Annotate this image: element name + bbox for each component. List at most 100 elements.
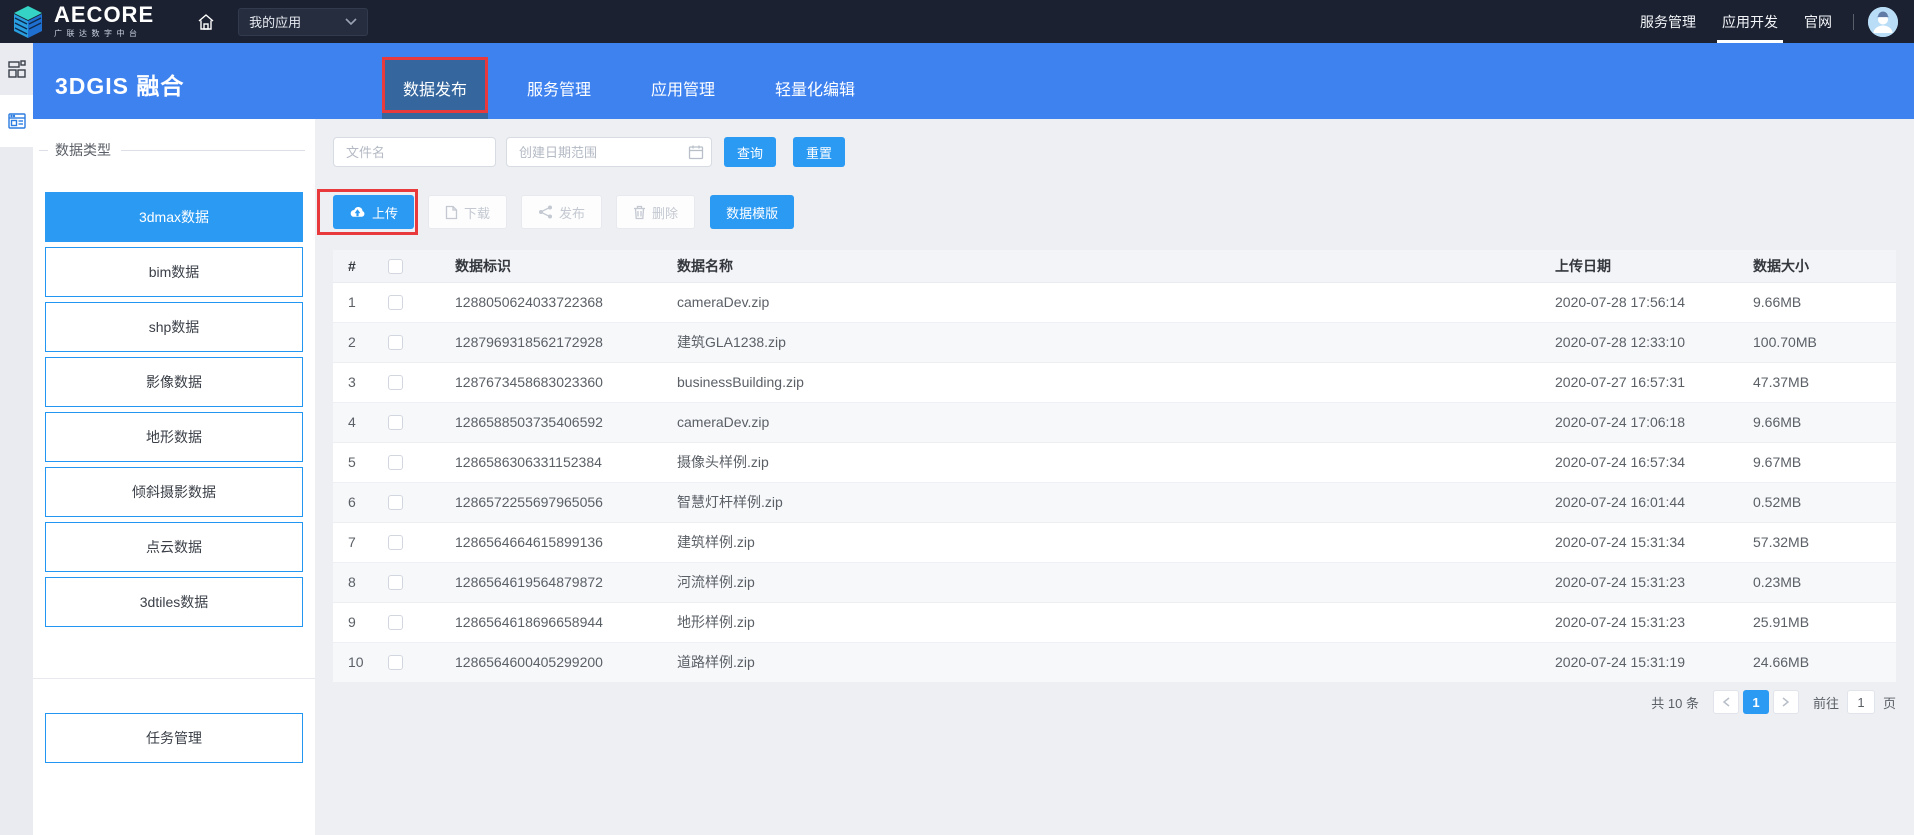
- row-upload-date: 2020-07-27 16:57:31: [1540, 362, 1738, 402]
- row-upload-date: 2020-07-24 17:06:18: [1540, 402, 1738, 442]
- tab-应用管理[interactable]: 应用管理: [630, 57, 736, 119]
- trash-icon: [633, 205, 646, 220]
- topbar: AECORE 广联达数字中台 我的应用 服务管理 应用开发 官网: [0, 0, 1914, 43]
- row-checkbox[interactable]: [388, 655, 403, 670]
- sidebar-item-倾斜摄影数据[interactable]: 倾斜摄影数据: [45, 467, 303, 517]
- table-row: 8 1286564619564879872 河流样例.zip 2020-07-2…: [333, 562, 1896, 602]
- sidebar-item-3dtiles数据[interactable]: 3dtiles数据: [45, 577, 303, 627]
- dashboard-icon[interactable]: [0, 43, 33, 95]
- logo-title: AECORE: [54, 4, 154, 26]
- sidebar-item-影像数据[interactable]: 影像数据: [45, 357, 303, 407]
- row-data-name: 智慧灯杆样例.zip: [662, 482, 1540, 522]
- row-upload-date: 2020-07-28 17:56:14: [1540, 282, 1738, 322]
- topbar-links: 服务管理 应用开发 官网: [1627, 0, 1845, 43]
- goto-page-input[interactable]: [1847, 690, 1875, 714]
- table-row: 2 1287969318562172928 建筑GLA1238.zip 2020…: [333, 322, 1896, 362]
- row-data-size: 57.32MB: [1738, 522, 1896, 562]
- table-row: 10 1286564600405299200 道路样例.zip 2020-07-…: [333, 642, 1896, 682]
- red-annotation-box-upload: [317, 189, 418, 235]
- page: AECORE 广联达数字中台 我的应用 服务管理 应用开发 官网: [0, 0, 1914, 835]
- row-data-name: businessBuilding.zip: [662, 362, 1540, 402]
- home-icon[interactable]: [196, 12, 216, 32]
- sidebar-item-task-manage[interactable]: 任务管理: [45, 713, 303, 763]
- table-row: 5 1286586306331152384 摄像头样例.zip 2020-07-…: [333, 442, 1896, 482]
- share-icon: [538, 205, 553, 219]
- calendar-icon[interactable]: [688, 144, 704, 160]
- row-checkbox[interactable]: [388, 455, 403, 470]
- table-row: 7 1286564664615899136 建筑样例.zip 2020-07-2…: [333, 522, 1896, 562]
- row-data-size: 9.66MB: [1738, 282, 1896, 322]
- row-upload-date: 2020-07-24 16:57:34: [1540, 442, 1738, 482]
- download-button[interactable]: 下载: [428, 195, 507, 229]
- sidebar: 数据类型 3dmax数据 bim数据 shp数据 影像数据 地形数据 倾斜摄影数…: [33, 119, 315, 835]
- sidebar-divider: [33, 678, 315, 679]
- main-content: 查询 重置 上传: [315, 119, 1914, 835]
- publish-button[interactable]: 发布: [521, 195, 602, 229]
- delete-button[interactable]: 删除: [616, 195, 695, 229]
- topbar-link-官网[interactable]: 官网: [1791, 0, 1845, 43]
- row-data-name: 建筑样例.zip: [662, 522, 1540, 562]
- row-index: 5: [333, 442, 380, 482]
- row-data-id: 1286588503735406592: [440, 402, 662, 442]
- row-checkbox[interactable]: [388, 415, 403, 430]
- table-body: 1 1288050624033722368 cameraDev.zip 2020…: [333, 282, 1896, 682]
- row-data-size: 0.52MB: [1738, 482, 1896, 522]
- tab-服务管理[interactable]: 服务管理: [506, 57, 612, 119]
- sidebar-item-bim数据[interactable]: bim数据: [45, 247, 303, 297]
- row-checkbox[interactable]: [388, 535, 403, 550]
- col-index: #: [333, 250, 380, 282]
- row-data-name: cameraDev.zip: [662, 402, 1540, 442]
- row-checkbox[interactable]: [388, 575, 403, 590]
- tab-数据发布[interactable]: 数据发布: [382, 57, 488, 119]
- prev-page-button[interactable]: [1713, 690, 1739, 714]
- tab-轻量化编辑[interactable]: 轻量化编辑: [754, 57, 876, 119]
- row-data-size: 9.67MB: [1738, 442, 1896, 482]
- row-index: 10: [333, 642, 380, 682]
- select-all-checkbox[interactable]: [388, 259, 403, 274]
- page-number-button[interactable]: 1: [1743, 690, 1769, 714]
- chevron-down-icon: [345, 18, 357, 26]
- row-data-name: 地形样例.zip: [662, 602, 1540, 642]
- sidebar-item-3dmax数据[interactable]: 3dmax数据: [45, 192, 303, 242]
- app-window-icon[interactable]: [0, 95, 33, 147]
- topbar-link-服务管理[interactable]: 服务管理: [1627, 0, 1709, 43]
- filename-input[interactable]: [333, 137, 496, 167]
- row-checkbox[interactable]: [388, 375, 403, 390]
- sidebar-item-地形数据[interactable]: 地形数据: [45, 412, 303, 462]
- data-template-button[interactable]: 数据模版: [710, 195, 794, 229]
- row-checkbox[interactable]: [388, 335, 403, 350]
- reset-button[interactable]: 重置: [793, 137, 845, 167]
- filter-bar: 查询 重置: [333, 137, 845, 167]
- row-data-name: 道路样例.zip: [662, 642, 1540, 682]
- row-data-size: 47.37MB: [1738, 362, 1896, 402]
- row-data-size: 0.23MB: [1738, 562, 1896, 602]
- row-index: 4: [333, 402, 380, 442]
- table-row: 1 1288050624033722368 cameraDev.zip 2020…: [333, 282, 1896, 322]
- row-checkbox[interactable]: [388, 615, 403, 630]
- row-checkbox[interactable]: [388, 295, 403, 310]
- row-upload-date: 2020-07-24 15:31:23: [1540, 602, 1738, 642]
- row-data-name: cameraDev.zip: [662, 282, 1540, 322]
- app-header: 3DGIS 融合 数据发布 服务管理 应用管理 轻量化编辑: [33, 43, 1914, 119]
- row-data-name: 摄像头样例.zip: [662, 442, 1540, 482]
- daterange-input[interactable]: [506, 137, 712, 167]
- data-table: # 数据标识 数据名称 上传日期 数据大小 1 1288050624033722…: [333, 250, 1896, 683]
- sidebar-item-shp数据[interactable]: shp数据: [45, 302, 303, 352]
- user-avatar[interactable]: [1868, 7, 1898, 37]
- table-row: 6 1286572255697965056 智慧灯杆样例.zip 2020-07…: [333, 482, 1896, 522]
- next-page-button[interactable]: [1773, 690, 1799, 714]
- row-data-id: 1287673458683023360: [440, 362, 662, 402]
- row-data-id: 1286564664615899136: [440, 522, 662, 562]
- table-row: 4 1286588503735406592 cameraDev.zip 2020…: [333, 402, 1896, 442]
- row-index: 6: [333, 482, 380, 522]
- row-upload-date: 2020-07-24 15:31:19: [1540, 642, 1738, 682]
- row-checkbox[interactable]: [388, 495, 403, 510]
- goto-label: 前往: [1813, 693, 1839, 712]
- search-button[interactable]: 查询: [724, 137, 776, 167]
- app-select[interactable]: 我的应用: [238, 8, 368, 36]
- topbar-link-应用开发[interactable]: 应用开发: [1709, 0, 1791, 43]
- row-index: 2: [333, 322, 380, 362]
- row-data-id: 1288050624033722368: [440, 282, 662, 322]
- upload-button[interactable]: 上传: [333, 195, 414, 229]
- sidebar-item-点云数据[interactable]: 点云数据: [45, 522, 303, 572]
